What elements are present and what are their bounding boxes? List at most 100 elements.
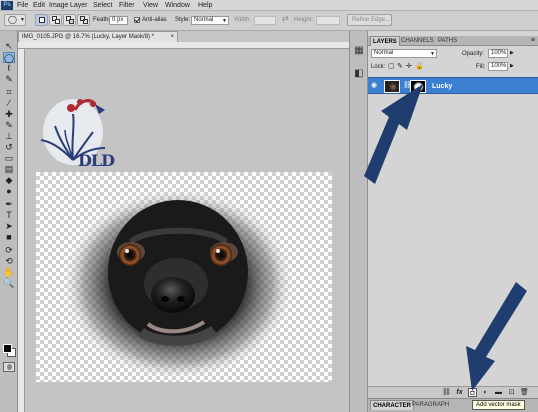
layers-panel: LAYERS CHANNELS PATHS ≡ Normal ▼ Opacity… bbox=[368, 31, 538, 412]
tab-character[interactable]: CHARACTER bbox=[370, 400, 414, 410]
lasso-tool-icon[interactable]: ℓ bbox=[3, 63, 15, 74]
menu-window[interactable]: Window bbox=[165, 1, 190, 10]
new-selection-button[interactable] bbox=[35, 14, 48, 26]
feather-input[interactable]: 0 px bbox=[109, 16, 128, 25]
layer-mask-thumbnail[interactable] bbox=[410, 80, 426, 93]
ruler-vertical[interactable] bbox=[18, 49, 25, 412]
fill-label: Fill: bbox=[476, 64, 486, 70]
antialias-checkbox[interactable] bbox=[134, 17, 140, 23]
panel-menu-icon[interactable]: ≡ bbox=[531, 36, 535, 45]
layer-name[interactable]: Lucky bbox=[432, 82, 452, 91]
document-tab[interactable]: IMG_0105.JPG @ 16.7% (Lucky, Layer Mask/… bbox=[18, 31, 178, 42]
dock-icon-strip: ▦ ◧ bbox=[349, 31, 368, 412]
quick-selection-tool-icon[interactable]: ✎ bbox=[3, 74, 15, 85]
delete-layer-icon[interactable]: 🗑 bbox=[520, 388, 529, 397]
tab-paragraph[interactable]: PARAGRAPH bbox=[410, 400, 451, 410]
shape-tool-icon[interactable]: ■ bbox=[3, 232, 15, 243]
hand-tool-icon[interactable]: ✋ bbox=[3, 267, 15, 278]
lock-image-pixels-icon[interactable]: ✎ bbox=[397, 63, 403, 71]
add-vector-mask-icon[interactable]: ◘ bbox=[468, 388, 477, 397]
photoshop-logo-icon: Ps bbox=[1, 1, 13, 10]
elliptical-marquee-icon: ◯ bbox=[8, 15, 17, 24]
eraser-tool-icon[interactable]: ▭ bbox=[3, 153, 15, 164]
opacity-slider-arrow-icon[interactable]: ▶ bbox=[510, 50, 514, 56]
lock-transparent-pixels-icon[interactable]: ▢ bbox=[388, 63, 395, 71]
dodge-tool-icon[interactable]: ● bbox=[3, 186, 15, 197]
style-select[interactable]: Normal ▼ bbox=[191, 16, 229, 25]
healing-brush-tool-icon[interactable]: ✚ bbox=[3, 109, 15, 120]
tab-paths[interactable]: PATHS bbox=[436, 36, 459, 46]
chevron-down-icon: ▼ bbox=[222, 18, 227, 24]
link-layers-icon[interactable]: ⛓ bbox=[442, 388, 451, 397]
blur-tool-icon[interactable]: ◆ bbox=[3, 175, 15, 186]
eye-visibility-icon[interactable]: ◉ bbox=[371, 82, 379, 90]
layer-thumbnail[interactable] bbox=[384, 80, 400, 93]
refine-edge-label: Refine Edge... bbox=[352, 17, 391, 23]
fill-slider-arrow-icon[interactable]: ▶ bbox=[510, 63, 514, 69]
refine-edge-button[interactable]: Refine Edge... bbox=[347, 14, 392, 26]
menu-filter[interactable]: Filter bbox=[119, 1, 135, 10]
intersect-selection-button[interactable] bbox=[77, 14, 90, 26]
gradient-tool-icon[interactable]: ▤ bbox=[3, 164, 15, 175]
opacity-input[interactable]: 100% bbox=[488, 49, 508, 58]
subtract-selection-icon-part bbox=[69, 19, 74, 24]
lock-all-icon[interactable]: 🔒 bbox=[415, 63, 424, 71]
tab-layers[interactable]: LAYERS bbox=[370, 36, 400, 46]
3d-camera-tool-icon[interactable]: ⟲ bbox=[3, 256, 15, 267]
eyedropper-tool-icon[interactable]: ⁄ bbox=[3, 98, 15, 109]
menu-image[interactable]: Image bbox=[49, 1, 68, 10]
chevron-down-icon: ▼ bbox=[20, 17, 25, 23]
elliptical-marquee-tool-icon[interactable]: ◯ bbox=[3, 52, 15, 63]
menu-view[interactable]: View bbox=[143, 1, 158, 10]
width-input[interactable] bbox=[254, 16, 276, 25]
brush-tool-icon[interactable]: ✎ bbox=[3, 120, 15, 131]
menu-help[interactable]: Help bbox=[198, 1, 212, 10]
history-panel-icon[interactable]: ▦ bbox=[353, 45, 365, 57]
foreground-color-swatch[interactable] bbox=[3, 344, 12, 353]
type-tool-icon[interactable]: T bbox=[3, 210, 15, 221]
fx-icon[interactable]: fx bbox=[455, 388, 464, 397]
new-selection-icon bbox=[39, 17, 45, 23]
ruler-horizontal[interactable] bbox=[18, 42, 349, 49]
options-bar: ◯ ▼ Feather: 0 px Anti-alias Style: Norm… bbox=[0, 11, 538, 31]
move-tool-icon[interactable]: ↖ bbox=[3, 41, 15, 52]
dog-photo-layer[interactable] bbox=[36, 172, 332, 382]
pen-tool-icon[interactable]: ✒ bbox=[3, 199, 15, 210]
quick-mask-icon[interactable] bbox=[3, 362, 15, 372]
menu-file[interactable]: File bbox=[17, 1, 28, 10]
height-input[interactable] bbox=[316, 16, 340, 25]
zoom-tool-icon[interactable]: 🔍 bbox=[3, 278, 15, 289]
blend-mode-select[interactable]: Normal ▼ bbox=[371, 49, 437, 58]
menu-edit[interactable]: Edit bbox=[33, 1, 45, 10]
tool-preset-picker[interactable]: ◯ ▼ bbox=[4, 14, 26, 26]
subtract-selection-button[interactable] bbox=[63, 14, 76, 26]
chevron-down-icon: ▼ bbox=[430, 51, 435, 57]
layer-row-lucky[interactable]: ◉ ⛓ Lucky bbox=[368, 77, 538, 94]
crop-tool-icon[interactable]: ⌗ bbox=[3, 87, 15, 98]
intersect-selection-icon-part bbox=[83, 19, 88, 24]
blend-mode-value: Normal bbox=[374, 50, 394, 56]
3d-rotate-tool-icon[interactable]: ⟳ bbox=[3, 245, 15, 256]
width-label: Width: bbox=[234, 17, 252, 23]
lock-label: Lock: bbox=[371, 64, 386, 70]
tab-channels[interactable]: CHANNELS bbox=[399, 36, 436, 46]
fill-input[interactable]: 100% bbox=[488, 62, 508, 71]
clone-stamp-tool-icon[interactable]: ⊥ bbox=[3, 131, 15, 142]
menu-layer[interactable]: Layer bbox=[70, 1, 88, 10]
swap-dimensions-icon[interactable]: ⇄ bbox=[282, 15, 289, 23]
group-icon[interactable]: ▬ bbox=[494, 388, 503, 397]
style-label: Style: bbox=[175, 17, 191, 23]
lock-position-icon[interactable]: ✛ bbox=[406, 63, 412, 71]
new-layer-icon[interactable]: ⊡ bbox=[507, 388, 516, 397]
menu-bar: Ps File Edit Image Layer Select Filter V… bbox=[0, 0, 538, 11]
antialias-label: Anti-alias bbox=[142, 17, 167, 23]
actions-panel-icon[interactable]: ◧ bbox=[353, 68, 365, 80]
history-brush-tool-icon[interactable]: ↺ bbox=[3, 142, 15, 153]
height-label: Height: bbox=[294, 17, 314, 23]
adjustment-layer-icon[interactable]: ◐ bbox=[481, 388, 490, 397]
menu-select[interactable]: Select bbox=[93, 1, 112, 10]
add-selection-button[interactable] bbox=[49, 14, 62, 26]
opacity-label: Opacity: bbox=[462, 51, 485, 57]
path-selection-tool-icon[interactable]: ➤ bbox=[3, 221, 15, 232]
close-icon[interactable]: × bbox=[170, 32, 174, 42]
